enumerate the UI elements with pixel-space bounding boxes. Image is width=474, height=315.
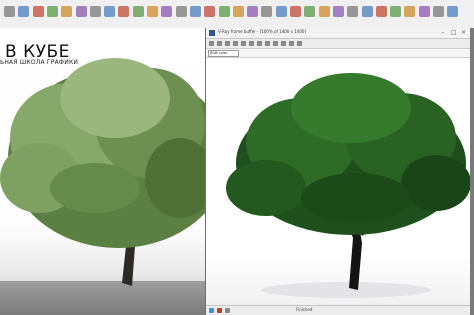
- refcoord-icon[interactable]: [189, 6, 201, 17]
- mono-icon[interactable]: [265, 41, 270, 46]
- history-icon[interactable]: [281, 41, 286, 46]
- render-toolbar: [206, 39, 471, 49]
- rendered-image: [206, 58, 471, 306]
- alpha-icon[interactable]: [257, 41, 262, 46]
- snap-icon[interactable]: [232, 6, 244, 17]
- main-toolbar: [0, 0, 474, 29]
- mirror-icon[interactable]: [304, 6, 316, 17]
- render-window-titlebar: V-Ray frame buffer - [100% of 1400 x 100…: [206, 28, 471, 39]
- layers-icon[interactable]: [332, 6, 344, 17]
- tree-render: [226, 73, 471, 298]
- render-icon[interactable]: [418, 6, 430, 17]
- close-icon[interactable]: ×: [461, 29, 466, 36]
- filter-icon[interactable]: [89, 6, 101, 17]
- curve-editor-icon[interactable]: [347, 6, 359, 17]
- select-name-icon[interactable]: [104, 6, 116, 17]
- vray-icon[interactable]: [433, 6, 444, 17]
- blue-channel-icon[interactable]: [249, 41, 254, 46]
- material-editor-icon[interactable]: [375, 6, 387, 17]
- channel-bar: RGB color: [206, 49, 471, 58]
- undo-icon[interactable]: [4, 6, 15, 17]
- save-icon[interactable]: [209, 41, 214, 46]
- select-manip-icon[interactable]: [218, 6, 230, 17]
- settings-icon[interactable]: [225, 308, 230, 313]
- left-viewport[interactable]: В КУБЕ ЬНАЯ ШКОЛА ГРАФИКИ: [0, 28, 205, 315]
- vray-frame-icon[interactable]: [447, 6, 459, 17]
- scale-icon[interactable]: [175, 6, 187, 17]
- schematic-icon[interactable]: [361, 6, 373, 17]
- spinner-snap-icon[interactable]: [275, 6, 287, 17]
- maximize-icon[interactable]: □: [451, 29, 457, 36]
- right-panel-edge: [470, 28, 474, 315]
- render-status: Finished: [296, 307, 313, 312]
- render-window-title: V-Ray frame buffer - [100% of 1400 x 100…: [218, 29, 307, 34]
- link-icon[interactable]: [32, 6, 44, 17]
- vray-icon: [209, 30, 215, 36]
- rendered-frame-icon[interactable]: [404, 6, 416, 17]
- unlink-icon[interactable]: [46, 6, 58, 17]
- clear-icon[interactable]: [225, 41, 230, 46]
- angle-snap-icon[interactable]: [247, 6, 259, 17]
- minimize-icon[interactable]: –: [441, 29, 444, 36]
- lens-icon[interactable]: [273, 41, 278, 46]
- render-frame-window[interactable]: V-Ray frame buffer - [100% of 1400 x 100…: [205, 28, 471, 315]
- rect-select-icon[interactable]: [118, 6, 130, 17]
- rotate-icon[interactable]: [161, 6, 173, 17]
- render-statusbar: Finished: [206, 305, 471, 315]
- copy-icon[interactable]: [217, 41, 222, 46]
- bind-icon[interactable]: [61, 6, 73, 17]
- percent-snap-icon[interactable]: [261, 6, 273, 17]
- move-icon[interactable]: [147, 6, 158, 17]
- stop-render-icon[interactable]: [209, 308, 214, 313]
- red-channel-icon[interactable]: [233, 41, 238, 46]
- render-setup-icon[interactable]: [390, 6, 402, 17]
- channel-select[interactable]: RGB color: [208, 50, 239, 57]
- redo-icon[interactable]: [18, 6, 30, 17]
- region-icon[interactable]: [289, 41, 294, 46]
- window-crossing-icon[interactable]: [132, 6, 144, 17]
- green-channel-icon[interactable]: [241, 41, 246, 46]
- render-icon[interactable]: [297, 41, 302, 46]
- record-icon[interactable]: [217, 308, 222, 313]
- tree-model-viewport: [0, 58, 205, 286]
- pivot-icon[interactable]: [204, 6, 216, 17]
- align-icon[interactable]: [318, 6, 330, 17]
- select-icon[interactable]: [75, 6, 87, 17]
- named-sets-icon[interactable]: [290, 6, 301, 17]
